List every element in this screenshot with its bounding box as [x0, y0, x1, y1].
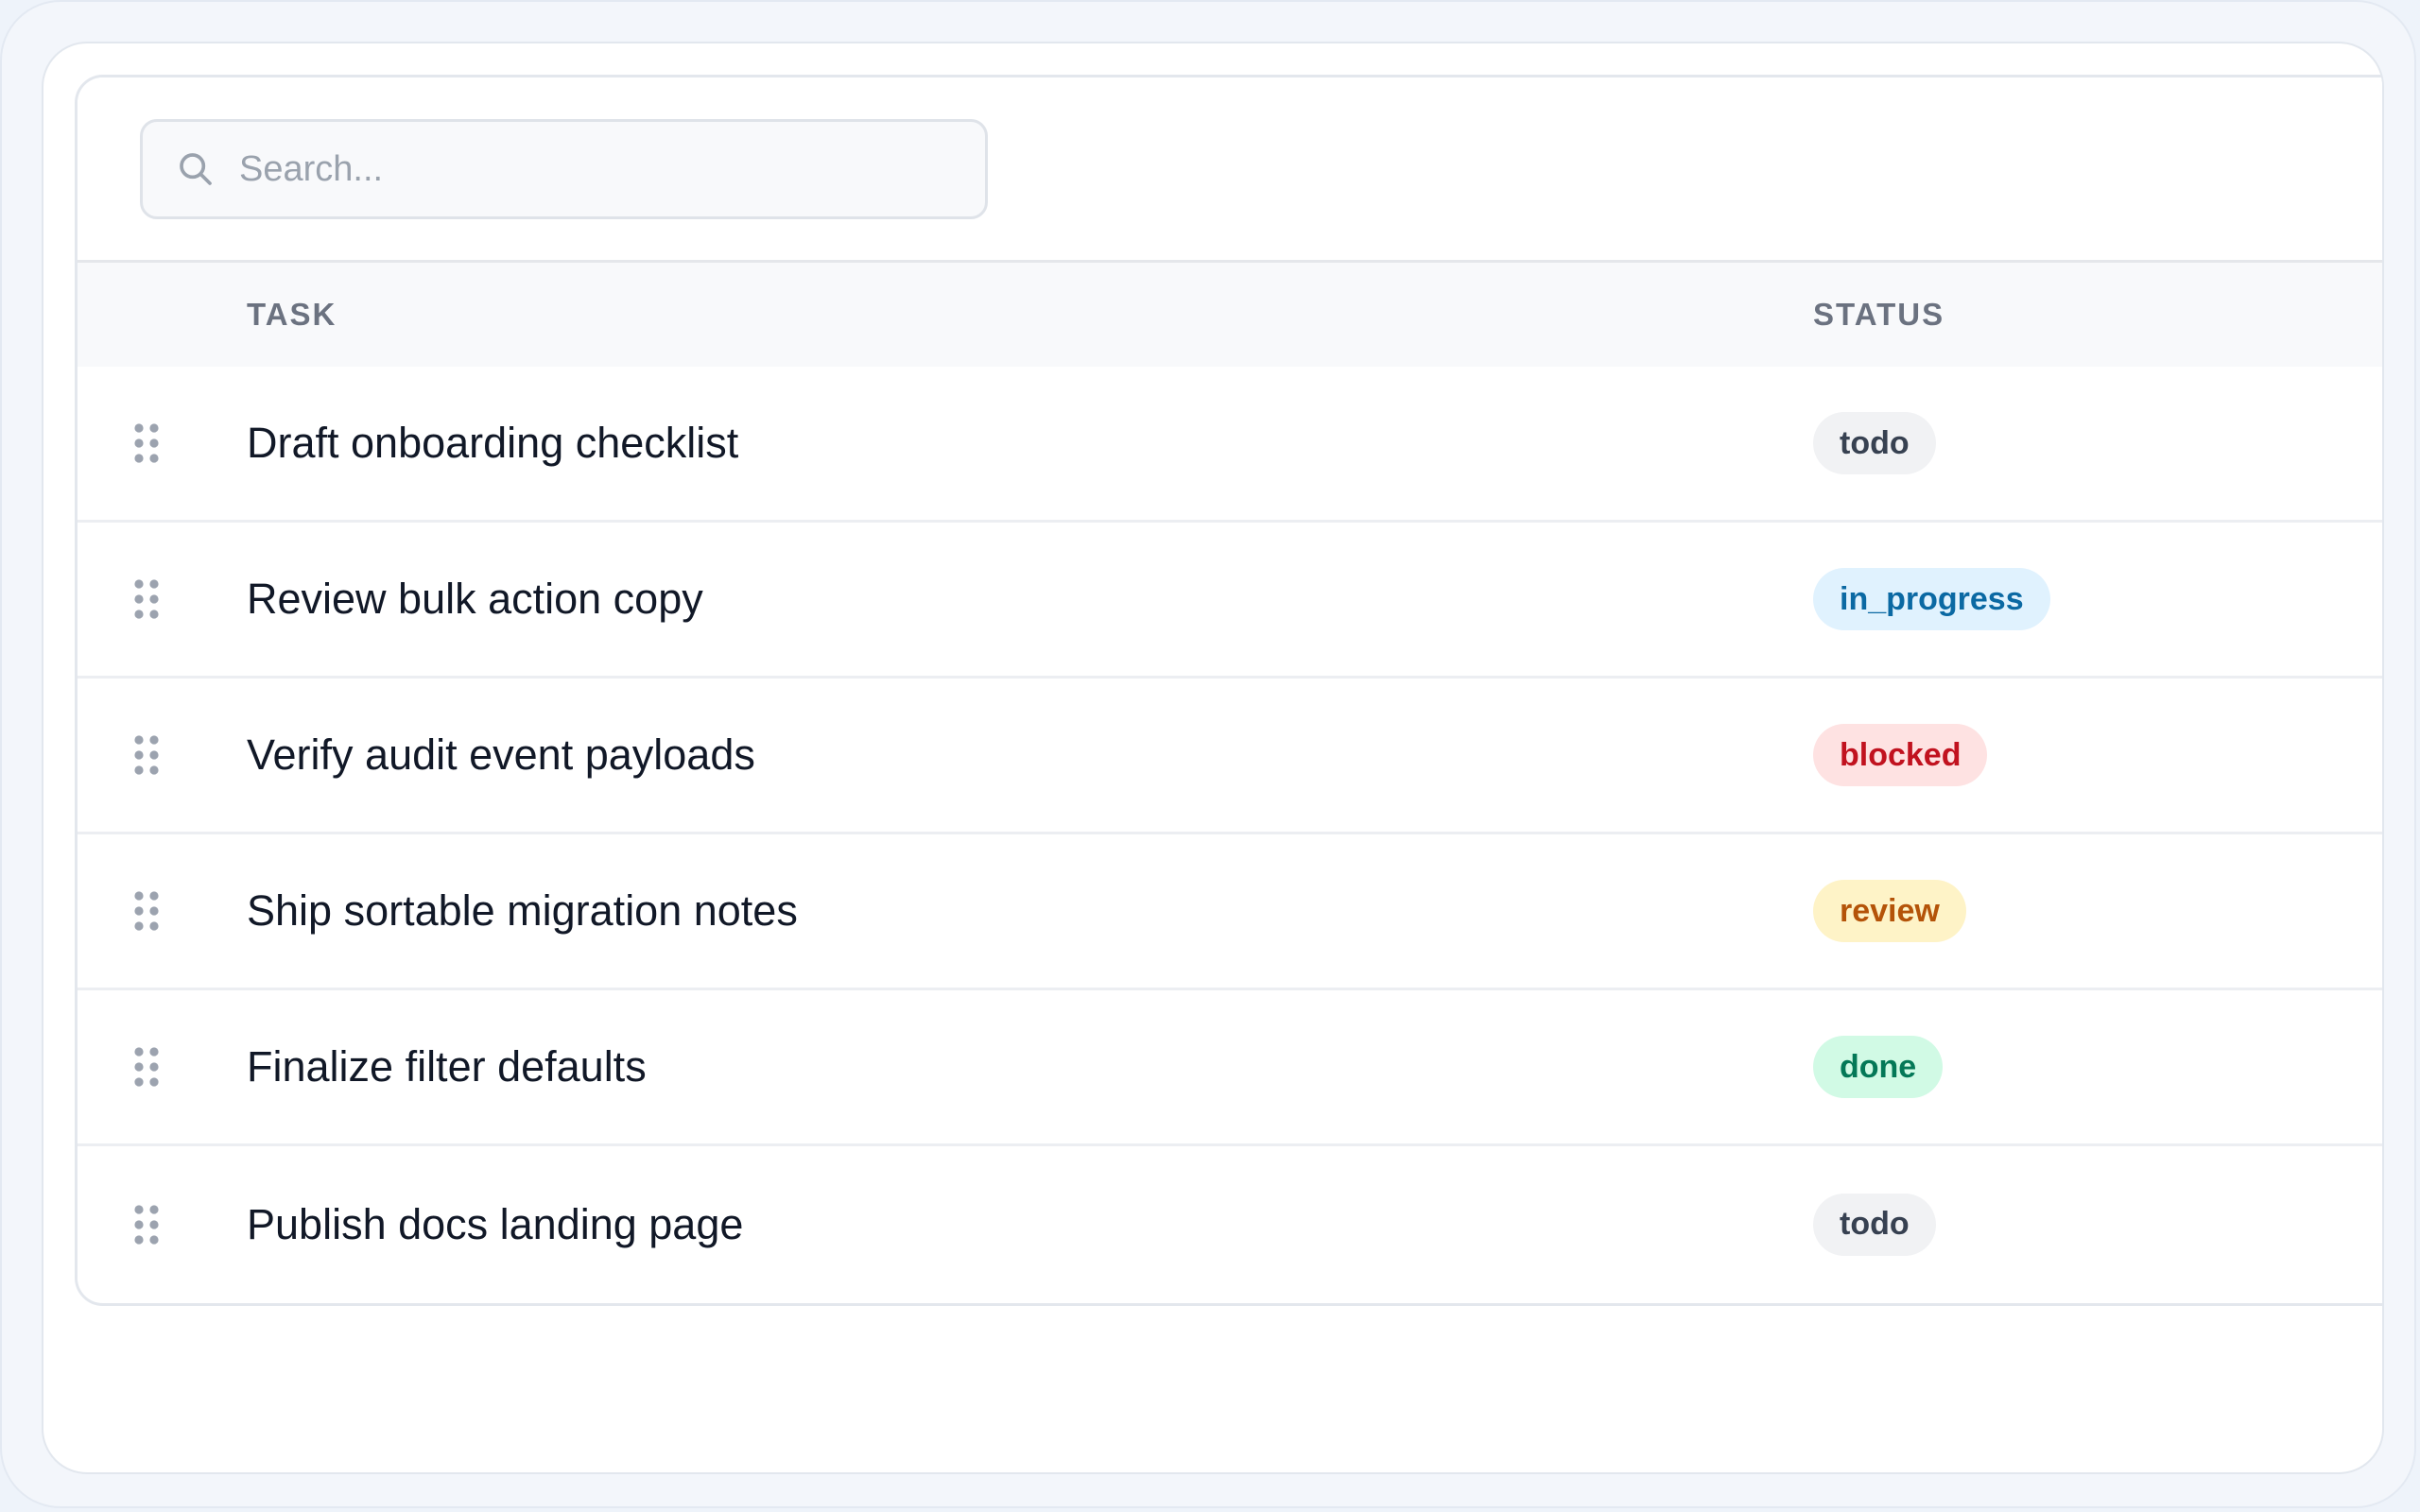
table-row[interactable]: Verify audit event payloads blocked — [78, 679, 2382, 834]
task-name: Publish docs landing page — [247, 1199, 744, 1248]
search-box[interactable] — [140, 119, 988, 219]
status-badge: review — [1813, 880, 1966, 942]
content-panel: TASK STATUS Draft onboarding checklist t… — [42, 42, 2384, 1474]
table-row[interactable]: Draft onboarding checklist todo — [78, 367, 2382, 523]
status-badge: todo — [1813, 412, 1936, 474]
task-name: Draft onboarding checklist — [247, 419, 739, 467]
table-row[interactable]: Ship sortable migration notes review — [78, 834, 2382, 990]
drag-handle-icon[interactable] — [132, 890, 161, 932]
drag-handle-icon[interactable] — [132, 734, 161, 776]
drag-handle-icon[interactable] — [132, 1046, 161, 1088]
task-table-card: TASK STATUS Draft onboarding checklist t… — [75, 75, 2382, 1306]
table-body: Draft onboarding checklist todo Review b… — [78, 367, 2382, 1302]
table-row[interactable]: Publish docs landing page todo — [78, 1146, 2382, 1302]
table-row[interactable]: Review bulk action copy in_progress — [78, 523, 2382, 679]
drag-handle-icon[interactable] — [132, 578, 161, 620]
task-name: Finalize filter defaults — [247, 1042, 647, 1091]
column-header-status[interactable]: STATUS — [1813, 263, 1945, 367]
window-frame: TASK STATUS Draft onboarding checklist t… — [0, 0, 2416, 1508]
task-name: Ship sortable migration notes — [247, 886, 798, 935]
drag-handle-icon[interactable] — [132, 422, 161, 464]
task-name: Review bulk action copy — [247, 575, 703, 623]
table-row[interactable]: Finalize filter defaults done — [78, 990, 2382, 1146]
status-badge: done — [1813, 1036, 1944, 1098]
status-badge: blocked — [1813, 724, 1988, 786]
toolbar — [78, 77, 2382, 263]
status-badge: todo — [1813, 1193, 1936, 1256]
search-icon — [175, 148, 216, 190]
search-input[interactable] — [237, 147, 959, 191]
status-badge: in_progress — [1813, 568, 2050, 630]
drag-handle-icon[interactable] — [132, 1204, 161, 1246]
table-header: TASK STATUS — [78, 263, 2382, 367]
column-header-task[interactable]: TASK — [247, 263, 337, 367]
task-name: Verify audit event payloads — [247, 730, 755, 779]
